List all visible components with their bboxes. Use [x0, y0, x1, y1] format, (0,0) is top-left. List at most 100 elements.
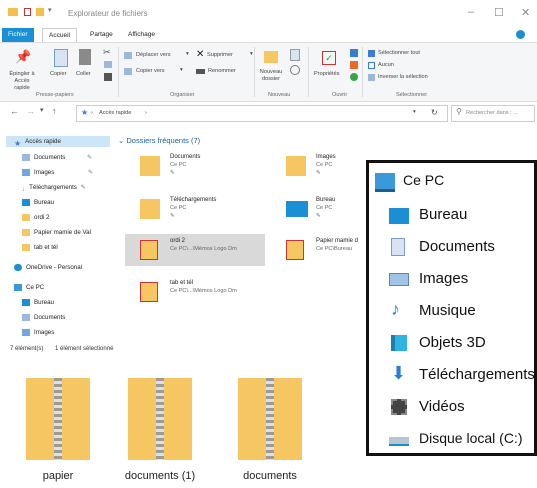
list-item[interactable]: Bureau Ce PC ✎: [286, 195, 366, 225]
section-header[interactable]: ⌄ Dossiers fréquents (7): [118, 136, 200, 145]
history-icon[interactable]: [350, 73, 358, 81]
nav-item-ordi-2[interactable]: ordi 2: [22, 212, 49, 223]
panel-row-videos[interactable]: Vidéos: [389, 397, 529, 419]
copy-path-icon[interactable]: [104, 61, 112, 68]
nav-item-onedrive[interactable]: OneDrive - Personal: [14, 262, 82, 273]
new-folder-icon[interactable]: [36, 8, 44, 16]
select-none-icon: [368, 62, 375, 69]
panel-row-musique[interactable]: ♪ Musique: [389, 299, 529, 323]
chevron-down-icon[interactable]: ▾: [413, 109, 416, 115]
forward-arrow-icon[interactable]: →: [26, 106, 35, 116]
nav-label: OneDrive - Personal: [26, 264, 83, 271]
pin-label: Épingler à Accès rapide: [9, 71, 35, 91]
divider: [254, 47, 255, 97]
zip-folder-documents-1[interactable]: documents (1): [115, 378, 205, 482]
group-organiser: Organiser: [170, 92, 195, 98]
nav-label: Papier mamie de Val: [34, 229, 91, 236]
list-item[interactable]: Papier mamie d Ce PC\Bureau: [286, 236, 366, 266]
easy-access-icon[interactable]: [290, 65, 300, 75]
panel-item-label: Images: [419, 270, 469, 287]
nav-item-images[interactable]: Images ✎: [22, 167, 93, 178]
copy-to-button[interactable]: Copier vers ▾: [124, 67, 192, 77]
close-button[interactable]: ✕: [521, 6, 530, 19]
move-to-button[interactable]: Déplacer vers ▾: [124, 51, 192, 61]
delete-button[interactable]: ✕ Supprimer ▾: [196, 49, 256, 61]
nav-item-papier-mamie[interactable]: Papier mamie de Val: [22, 227, 91, 238]
tab-accueil[interactable]: Accueil: [42, 28, 77, 42]
download-arrow-icon: ↓: [22, 185, 26, 193]
group-presse-papiers: Presse-papiers: [36, 92, 74, 98]
rename-button[interactable]: Renommer: [196, 67, 256, 77]
move-label: Déplacer vers: [136, 52, 171, 58]
list-item[interactable]: Téléchargements Ce PC ✎: [140, 195, 260, 225]
search-icon: ⚲: [456, 107, 462, 116]
panel-row-images[interactable]: Images: [389, 269, 529, 291]
nav-item-pc-images[interactable]: Images: [22, 327, 54, 338]
group-ouvrir: Ouvrir: [332, 92, 348, 98]
maximize-button[interactable]: ☐: [494, 6, 504, 19]
list-item[interactable]: Documents Ce PC ✎: [140, 152, 260, 182]
select-all-button[interactable]: Sélectionner tout: [368, 49, 458, 59]
nav-item-documents[interactable]: Documents ✎: [22, 152, 92, 163]
list-item[interactable]: Images Ce PC ✎: [286, 152, 366, 182]
zip-folder-documents[interactable]: documents: [225, 378, 315, 482]
address-field[interactable]: ★ › Accès rapide › ▾ ↻: [76, 105, 448, 122]
properties-icon[interactable]: [24, 8, 31, 16]
nav-item-ce-pc[interactable]: Ce PC: [14, 282, 44, 293]
search-input[interactable]: ⚲ Rechercher dans : ...: [451, 105, 535, 122]
properties-button[interactable]: ✓ Propriétés: [312, 49, 346, 87]
star-icon: ★: [81, 108, 89, 117]
panel-row-ce-pc[interactable]: Ce PC: [375, 171, 525, 193]
item-name: Papier mamie d: [316, 238, 359, 244]
copy-label: Copier: [50, 71, 67, 77]
nav-item-pc-documents[interactable]: Documents: [22, 312, 65, 323]
chevron-down-icon[interactable]: ▾: [40, 106, 44, 114]
nav-item-bureau[interactable]: Bureau: [22, 197, 54, 208]
item-name: Images: [316, 154, 336, 160]
panel-row-disque-local[interactable]: Disque local (C:): [389, 429, 529, 451]
nav-item-telechargements[interactable]: ↓ Téléchargements ✎: [22, 182, 86, 193]
copy-to-label: Copier vers: [136, 68, 165, 74]
zip-folder-papier[interactable]: papier: [18, 378, 98, 482]
nav-item-pc-bureau[interactable]: Bureau: [22, 297, 54, 308]
back-arrow-icon[interactable]: ←: [10, 106, 19, 116]
list-item[interactable]: tab et tél Ce PC\...\Mémos Logo Dm: [140, 278, 265, 308]
tab-affichage[interactable]: Affichage: [122, 28, 161, 42]
help-icon[interactable]: [516, 30, 525, 39]
invert-selection-button[interactable]: Inverser la sélection: [368, 73, 458, 83]
select-none-button[interactable]: Aucun: [368, 61, 458, 71]
images-folder-icon: [286, 156, 306, 176]
tab-fichier[interactable]: Fichier: [2, 28, 34, 42]
folder-icon: [264, 51, 278, 63]
panel-row-objets-3d[interactable]: Objets 3D: [389, 333, 529, 355]
panel-row-telechargements[interactable]: ⬇ Téléchargements: [389, 363, 535, 387]
cut-icon[interactable]: ✂: [103, 47, 111, 58]
shortcut-icon[interactable]: [104, 73, 112, 81]
window-title: Explorateur de fichiers: [68, 9, 148, 18]
computer-icon: [375, 173, 395, 192]
new-folder-button[interactable]: Nouveau dossier: [256, 49, 286, 87]
quick-access-toolbar[interactable]: ▾: [24, 6, 60, 16]
new-item-icon[interactable]: [290, 49, 300, 61]
panel-item-label: Objets 3D: [419, 334, 486, 351]
panel-row-bureau[interactable]: Bureau: [389, 205, 529, 227]
list-item-selected[interactable]: ordi 2 Ce PC\...\Mémos Logo Dm: [140, 236, 265, 266]
paste-button[interactable]: Coller: [74, 49, 98, 87]
copy-button[interactable]: Copier: [48, 49, 72, 87]
divider: [308, 47, 309, 97]
chevron-down-icon[interactable]: ▾: [48, 6, 52, 14]
panel-row-documents[interactable]: Documents: [389, 237, 529, 259]
nav-item-tab-et-tel[interactable]: tab et tél: [22, 242, 58, 253]
open-icon[interactable]: [350, 49, 358, 57]
zipper-icon: [156, 378, 164, 460]
pin-button[interactable]: 📌 Épingler à Accès rapide: [6, 49, 36, 91]
up-arrow-icon[interactable]: ↑: [52, 106, 57, 116]
nav-item-acces-rapide[interactable]: ★ Accès rapide: [14, 136, 61, 148]
pin-icon: ✎: [88, 169, 94, 176]
edit-icon[interactable]: [350, 61, 358, 69]
breadcrumb[interactable]: Accès rapide: [99, 110, 131, 116]
tab-partage[interactable]: Partage: [84, 28, 119, 42]
minimize-button[interactable]: –: [468, 6, 474, 18]
refresh-icon[interactable]: ↻: [431, 108, 438, 117]
select-all-icon: [368, 50, 375, 57]
